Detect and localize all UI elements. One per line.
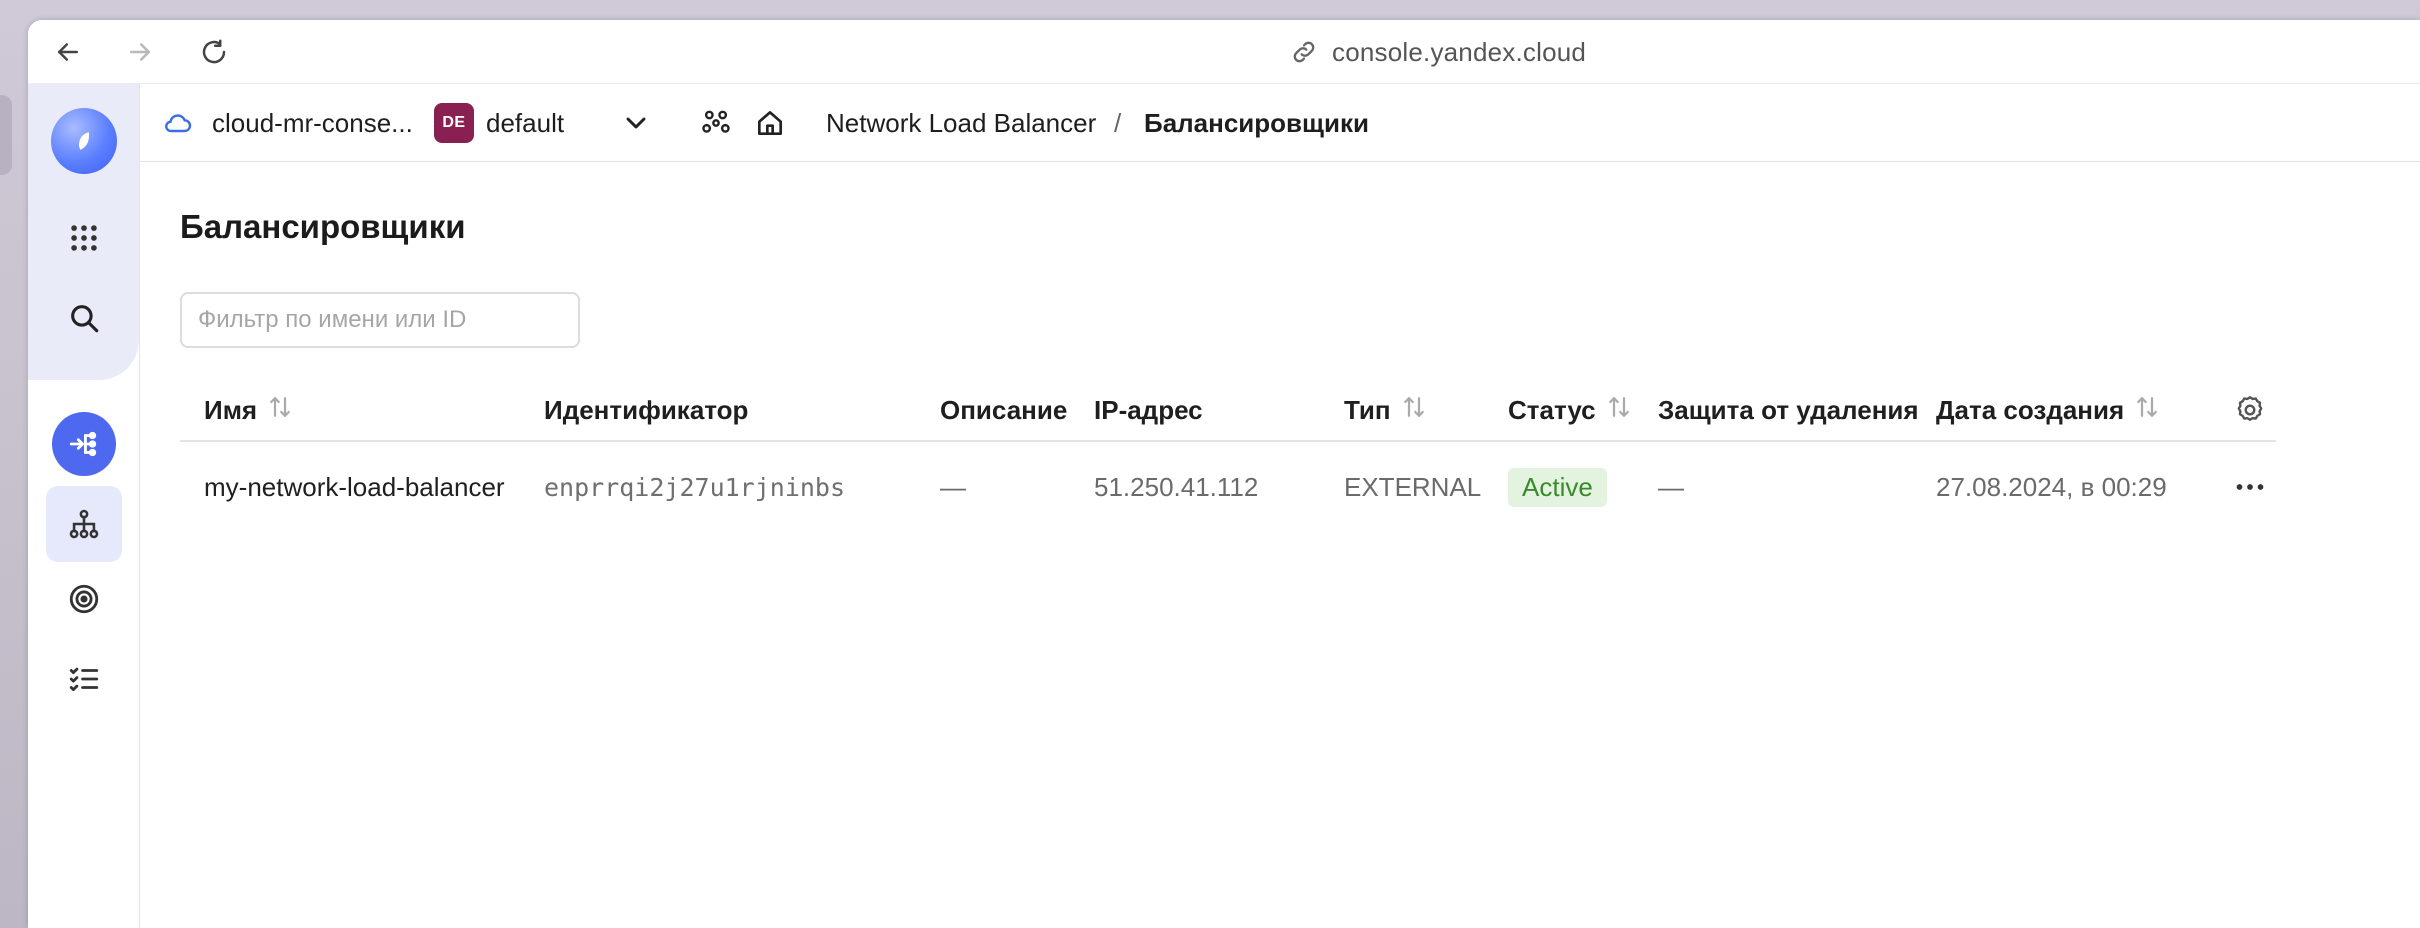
cell-name[interactable]: my-network-load-balancer <box>204 444 505 530</box>
search-icon[interactable] <box>55 289 113 347</box>
left-navigation-rail <box>28 84 140 928</box>
cell-status: Active <box>1508 444 1607 530</box>
page-title: Балансировщики <box>180 208 466 245</box>
cloud-selector[interactable]: cloud-mr-conse... <box>212 84 413 162</box>
reload-button[interactable] <box>196 34 232 70</box>
breadcrumb-separator: / <box>1114 107 1122 138</box>
column-label: Тип <box>1344 394 1391 425</box>
more-actions-icon[interactable] <box>2232 444 2268 530</box>
cell-created: 27.08.2024, в 00:29 <box>1936 471 2167 502</box>
sort-icon[interactable] <box>1399 392 1429 429</box>
arrow-left-icon <box>58 43 78 61</box>
cloud-icon <box>162 84 194 162</box>
background-window-edge <box>0 95 12 175</box>
graph-nodes-icon[interactable] <box>700 84 732 162</box>
column-ip: IP-адрес <box>1094 380 1203 440</box>
column-label: Дата создания <box>1936 394 2125 425</box>
address-bar[interactable]: console.yandex.cloud <box>1290 34 1586 70</box>
column-description: Описание <box>940 380 1067 440</box>
column-deletion-protection: Защита от удаления <box>1658 380 1919 440</box>
sort-icon[interactable] <box>2132 392 2162 429</box>
browser-window: console.yandex.cloud cloud-mr-conse... D… <box>28 20 2420 928</box>
gear-icon[interactable] <box>2234 380 2266 440</box>
yandex-cloud-logo-icon[interactable] <box>51 108 117 174</box>
table-row[interactable]: my-network-load-balancer enprrqi2j27u1rj… <box>180 444 2276 530</box>
target-icon[interactable] <box>55 570 113 628</box>
column-label: Статус <box>1508 394 1596 425</box>
column-label: Идентификатор <box>544 394 749 425</box>
column-label: IP-адрес <box>1094 394 1203 425</box>
folder-selector[interactable]: default <box>486 84 564 162</box>
table-header: Имя Идентификатор Описание IP-адрес Тип … <box>180 380 2276 442</box>
column-label: Описание <box>940 394 1068 425</box>
sort-icon[interactable] <box>265 392 295 429</box>
link-icon <box>1293 41 1315 63</box>
checklist-icon[interactable] <box>55 650 113 708</box>
column-id: Идентификатор <box>544 380 748 440</box>
filter-input[interactable] <box>180 292 580 348</box>
home-icon[interactable] <box>754 84 786 162</box>
cell-id: enprrqi2j27u1rjninbs <box>544 472 846 502</box>
breadcrumb-current: Балансировщики <box>1144 107 1369 138</box>
cell-ip: 51.250.41.112 <box>1094 471 1259 502</box>
cell-type: EXTERNAL <box>1344 471 1482 502</box>
column-type[interactable]: Тип <box>1344 380 1429 440</box>
cell-description: — <box>940 471 966 502</box>
forward-button[interactable] <box>122 34 158 70</box>
back-button[interactable] <box>50 34 86 70</box>
load-balancer-service-icon[interactable] <box>52 412 116 476</box>
url-text: console.yandex.cloud <box>1332 36 1587 67</box>
reload-icon <box>202 39 226 64</box>
column-name[interactable]: Имя <box>204 380 295 440</box>
cell-deletion-protection: — <box>1658 471 1684 502</box>
sort-icon[interactable] <box>1604 392 1634 429</box>
folder-badge-wrapper: DE <box>434 84 474 162</box>
column-created[interactable]: Дата создания <box>1936 380 2162 440</box>
breadcrumb-service[interactable]: Network Load Balancer <box>826 84 1096 162</box>
browser-toolbar: console.yandex.cloud <box>28 20 2420 84</box>
arrow-right-icon <box>130 43 150 61</box>
folder-badge: DE <box>434 103 474 143</box>
column-label: Имя <box>204 394 258 425</box>
status-badge: Active <box>1508 467 1607 507</box>
column-label: Защита от удаления <box>1658 394 1919 425</box>
column-status[interactable]: Статус <box>1508 380 1634 440</box>
network-topology-icon[interactable] <box>46 486 122 562</box>
console-header: cloud-mr-conse... DE default Network Loa… <box>140 84 2420 162</box>
chevron-down-icon[interactable] <box>620 84 652 162</box>
apps-grid-icon[interactable] <box>55 209 113 267</box>
